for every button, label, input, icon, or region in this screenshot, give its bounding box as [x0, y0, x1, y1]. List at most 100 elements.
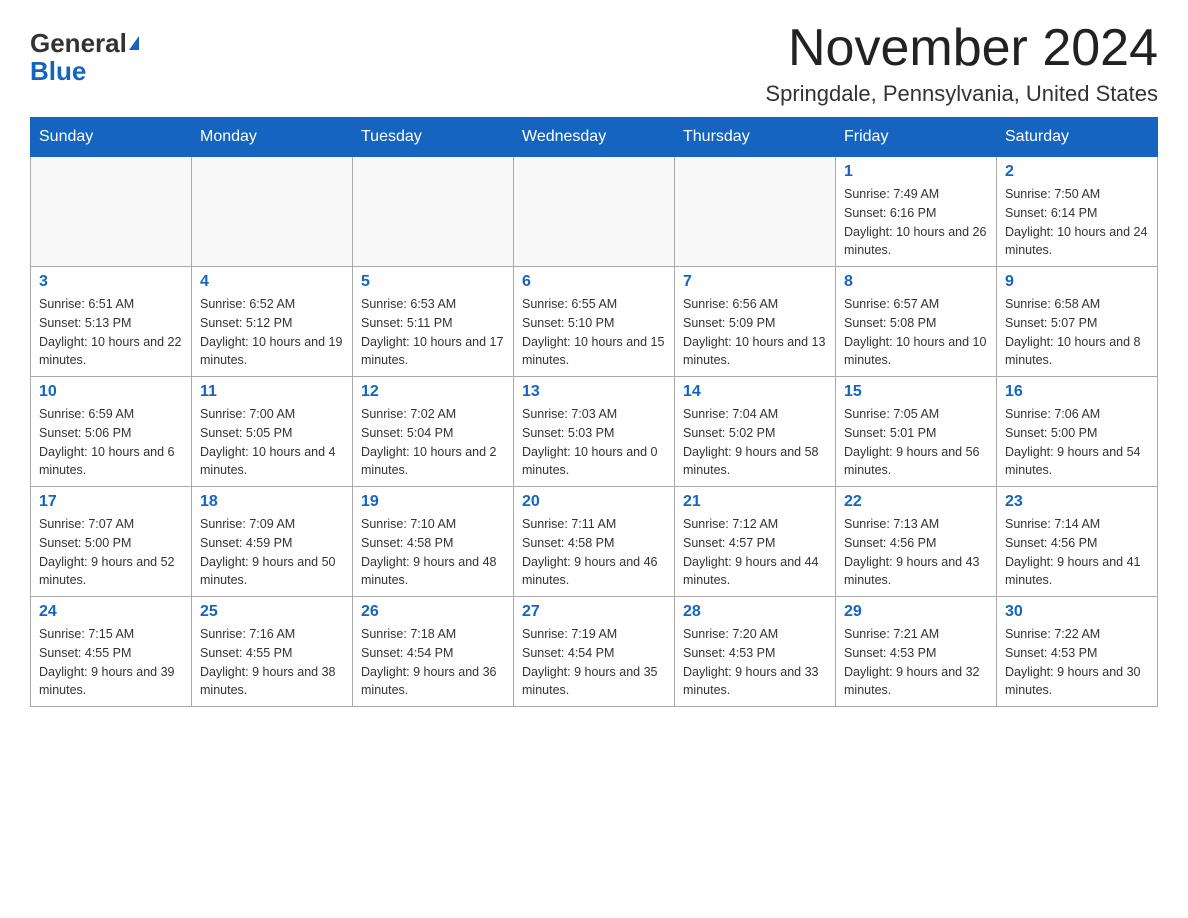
calendar-cell — [514, 157, 675, 267]
page-header: General Blue November 2024 Springdale, P… — [30, 20, 1158, 107]
calendar-day-header-tuesday: Tuesday — [353, 118, 514, 157]
calendar-cell: 7 Sunrise: 6:56 AM Sunset: 5:09 PM Daylig… — [675, 267, 836, 377]
day-number: 12 — [361, 383, 505, 401]
calendar-week-row-3: 10Sunrise: 6:59 AM Sunset: 5:06 PM Dayli… — [31, 377, 1158, 487]
calendar-cell: 19 Sunrise: 7:10 AM Sunset: 4:58 PM Dayli… — [353, 487, 514, 597]
day-info: Sunrise: 7:50 AM Sunset: 6:14 PM Dayligh… — [1005, 185, 1149, 260]
day-info: Sunrise: 6:56 AM Sunset: 5:09 PM Dayligh… — [683, 295, 827, 370]
logo-triangle-icon — [129, 36, 139, 50]
day-number: 5 — [361, 273, 505, 291]
day-info: Sunrise: 7:06 AM Sunset: 5:00 PM Dayligh… — [1005, 405, 1149, 480]
day-number: 26 — [361, 603, 505, 621]
calendar-cell: 30 Sunrise: 7:22 AM Sunset: 4:53 PM Dayli… — [997, 597, 1158, 707]
calendar-day-header-friday: Friday — [836, 118, 997, 157]
calendar-week-row-5: 24 Sunrise: 7:15 AM Sunset: 4:55 PM Dayli… — [31, 597, 1158, 707]
day-number: 16 — [1005, 383, 1149, 401]
day-info: Sunrise: 6:55 AM Sunset: 5:10 PM Dayligh… — [522, 295, 666, 370]
calendar-cell: 9Sunrise: 6:58 AM Sunset: 5:07 PM Daylig… — [997, 267, 1158, 377]
day-info: Sunrise: 7:12 AM Sunset: 4:57 PM Dayligh… — [683, 515, 827, 590]
calendar-week-row-1: 1Sunrise: 7:49 AM Sunset: 6:16 PM Daylig… — [31, 157, 1158, 267]
day-number: 3 — [39, 273, 183, 291]
day-info: Sunrise: 6:53 AM Sunset: 5:11 PM Dayligh… — [361, 295, 505, 370]
day-number: 28 — [683, 603, 827, 621]
calendar-day-header-sunday: Sunday — [31, 118, 192, 157]
day-number: 17 — [39, 493, 183, 511]
calendar-cell: 10Sunrise: 6:59 AM Sunset: 5:06 PM Dayli… — [31, 377, 192, 487]
calendar-cell: 23 Sunrise: 7:14 AM Sunset: 4:56 PM Dayli… — [997, 487, 1158, 597]
day-number: 1 — [844, 163, 988, 181]
day-number: 20 — [522, 493, 666, 511]
day-info: Sunrise: 7:16 AM Sunset: 4:55 PM Dayligh… — [200, 625, 344, 700]
day-number: 29 — [844, 603, 988, 621]
day-info: Sunrise: 7:21 AM Sunset: 4:53 PM Dayligh… — [844, 625, 988, 700]
calendar-cell: 26 Sunrise: 7:18 AM Sunset: 4:54 PM Dayli… — [353, 597, 514, 707]
calendar-week-row-4: 17 Sunrise: 7:07 AM Sunset: 5:00 PM Dayli… — [31, 487, 1158, 597]
day-number: 7 — [683, 273, 827, 291]
day-number: 30 — [1005, 603, 1149, 621]
day-info: Sunrise: 6:57 AM Sunset: 5:08 PM Dayligh… — [844, 295, 988, 370]
day-number: 6 — [522, 273, 666, 291]
day-info: Sunrise: 7:22 AM Sunset: 4:53 PM Dayligh… — [1005, 625, 1149, 700]
day-number: 22 — [844, 493, 988, 511]
calendar-cell: 3 Sunrise: 6:51 AM Sunset: 5:13 PM Daylig… — [31, 267, 192, 377]
calendar-cell: 13Sunrise: 7:03 AM Sunset: 5:03 PM Dayli… — [514, 377, 675, 487]
calendar-day-header-saturday: Saturday — [997, 118, 1158, 157]
calendar-header-row: SundayMondayTuesdayWednesdayThursdayFrid… — [31, 118, 1158, 157]
calendar-day-header-monday: Monday — [192, 118, 353, 157]
calendar-cell: 16 Sunrise: 7:06 AM Sunset: 5:00 PM Dayli… — [997, 377, 1158, 487]
calendar-day-header-thursday: Thursday — [675, 118, 836, 157]
day-number: 14 — [683, 383, 827, 401]
day-info: Sunrise: 7:07 AM Sunset: 5:00 PM Dayligh… — [39, 515, 183, 590]
day-info: Sunrise: 7:18 AM Sunset: 4:54 PM Dayligh… — [361, 625, 505, 700]
calendar-cell: 15 Sunrise: 7:05 AM Sunset: 5:01 PM Dayli… — [836, 377, 997, 487]
calendar-cell — [31, 157, 192, 267]
day-info: Sunrise: 7:19 AM Sunset: 4:54 PM Dayligh… — [522, 625, 666, 700]
logo-blue-text: Blue — [30, 56, 86, 87]
calendar-week-row-2: 3 Sunrise: 6:51 AM Sunset: 5:13 PM Daylig… — [31, 267, 1158, 377]
day-number: 15 — [844, 383, 988, 401]
day-number: 18 — [200, 493, 344, 511]
day-number: 9 — [1005, 273, 1149, 291]
day-info: Sunrise: 7:14 AM Sunset: 4:56 PM Dayligh… — [1005, 515, 1149, 590]
calendar-cell: 25Sunrise: 7:16 AM Sunset: 4:55 PM Dayli… — [192, 597, 353, 707]
calendar-day-header-wednesday: Wednesday — [514, 118, 675, 157]
calendar-cell: 20Sunrise: 7:11 AM Sunset: 4:58 PM Dayli… — [514, 487, 675, 597]
day-number: 8 — [844, 273, 988, 291]
calendar-cell: 4Sunrise: 6:52 AM Sunset: 5:12 PM Daylig… — [192, 267, 353, 377]
calendar-cell: 2 Sunrise: 7:50 AM Sunset: 6:14 PM Daylig… — [997, 157, 1158, 267]
logo: General Blue — [30, 30, 139, 87]
calendar-cell — [353, 157, 514, 267]
calendar-table: SundayMondayTuesdayWednesdayThursdayFrid… — [30, 117, 1158, 707]
day-info: Sunrise: 7:15 AM Sunset: 4:55 PM Dayligh… — [39, 625, 183, 700]
day-info: Sunrise: 7:00 AM Sunset: 5:05 PM Dayligh… — [200, 405, 344, 480]
calendar-cell: 12 Sunrise: 7:02 AM Sunset: 5:04 PM Dayli… — [353, 377, 514, 487]
day-number: 19 — [361, 493, 505, 511]
calendar-cell: 5 Sunrise: 6:53 AM Sunset: 5:11 PM Daylig… — [353, 267, 514, 377]
month-title: November 2024 — [765, 20, 1158, 77]
location-title: Springdale, Pennsylvania, United States — [765, 81, 1158, 107]
day-info: Sunrise: 6:52 AM Sunset: 5:12 PM Dayligh… — [200, 295, 344, 370]
day-number: 21 — [683, 493, 827, 511]
title-area: November 2024 Springdale, Pennsylvania, … — [765, 20, 1158, 107]
calendar-cell: 14 Sunrise: 7:04 AM Sunset: 5:02 PM Dayli… — [675, 377, 836, 487]
day-number: 2 — [1005, 163, 1149, 181]
day-number: 23 — [1005, 493, 1149, 511]
day-info: Sunrise: 7:09 AM Sunset: 4:59 PM Dayligh… — [200, 515, 344, 590]
day-info: Sunrise: 6:51 AM Sunset: 5:13 PM Dayligh… — [39, 295, 183, 370]
day-info: Sunrise: 7:10 AM Sunset: 4:58 PM Dayligh… — [361, 515, 505, 590]
calendar-cell — [192, 157, 353, 267]
calendar-cell: 8 Sunrise: 6:57 AM Sunset: 5:08 PM Daylig… — [836, 267, 997, 377]
calendar-cell: 17 Sunrise: 7:07 AM Sunset: 5:00 PM Dayli… — [31, 487, 192, 597]
day-info: Sunrise: 7:05 AM Sunset: 5:01 PM Dayligh… — [844, 405, 988, 480]
day-info: Sunrise: 7:02 AM Sunset: 5:04 PM Dayligh… — [361, 405, 505, 480]
calendar-cell: 11Sunrise: 7:00 AM Sunset: 5:05 PM Dayli… — [192, 377, 353, 487]
day-number: 24 — [39, 603, 183, 621]
calendar-cell — [675, 157, 836, 267]
day-info: Sunrise: 7:04 AM Sunset: 5:02 PM Dayligh… — [683, 405, 827, 480]
calendar-cell: 24 Sunrise: 7:15 AM Sunset: 4:55 PM Dayli… — [31, 597, 192, 707]
day-number: 27 — [522, 603, 666, 621]
calendar-cell: 22Sunrise: 7:13 AM Sunset: 4:56 PM Dayli… — [836, 487, 997, 597]
day-number: 13 — [522, 383, 666, 401]
calendar-cell: 28 Sunrise: 7:20 AM Sunset: 4:53 PM Dayli… — [675, 597, 836, 707]
day-info: Sunrise: 7:20 AM Sunset: 4:53 PM Dayligh… — [683, 625, 827, 700]
